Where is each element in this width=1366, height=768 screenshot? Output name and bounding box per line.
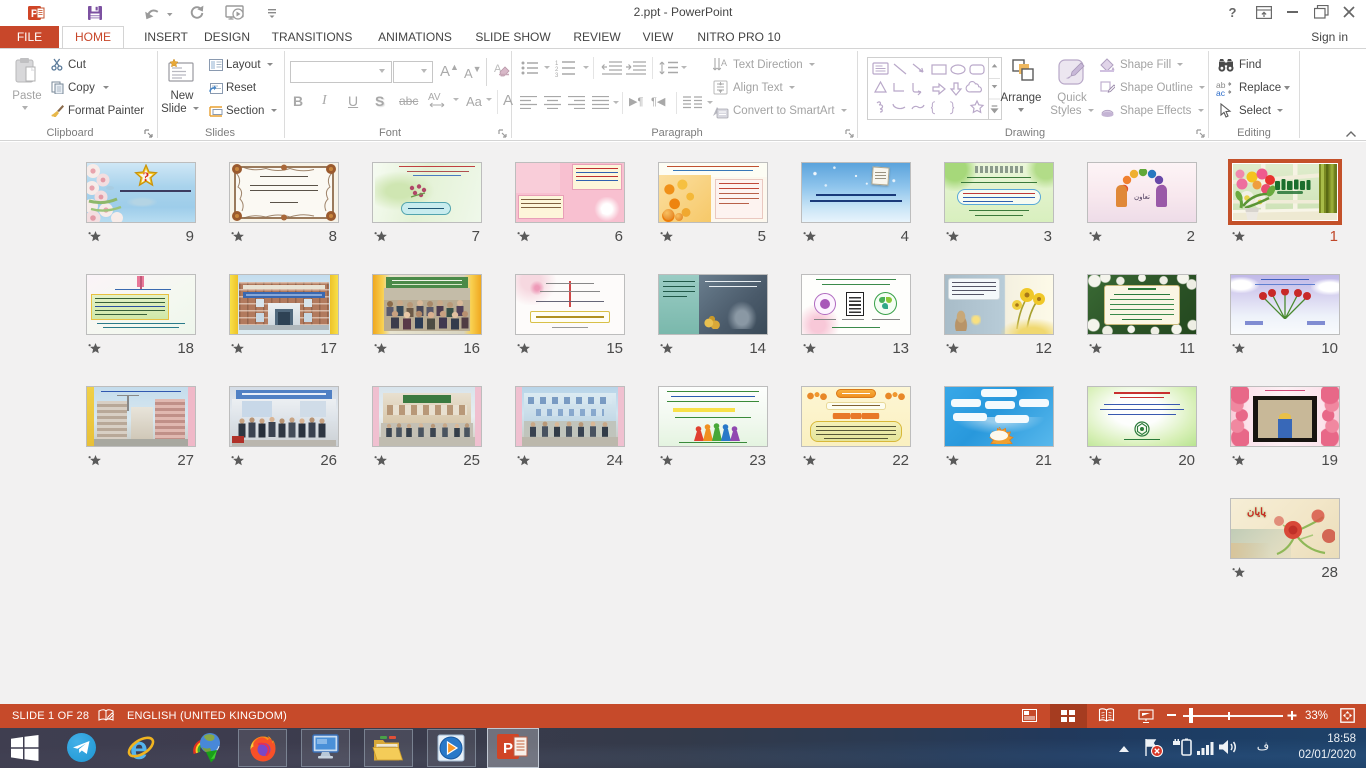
- svg-text:ac: ac: [1216, 88, 1226, 96]
- svg-text:3: 3: [555, 73, 559, 77]
- svg-text:AV: AV: [428, 92, 441, 103]
- svg-text:e: e: [130, 730, 148, 765]
- svg-text:?: ?: [143, 169, 150, 184]
- svg-text:A: A: [721, 58, 727, 68]
- svg-text:P: P: [503, 740, 513, 757]
